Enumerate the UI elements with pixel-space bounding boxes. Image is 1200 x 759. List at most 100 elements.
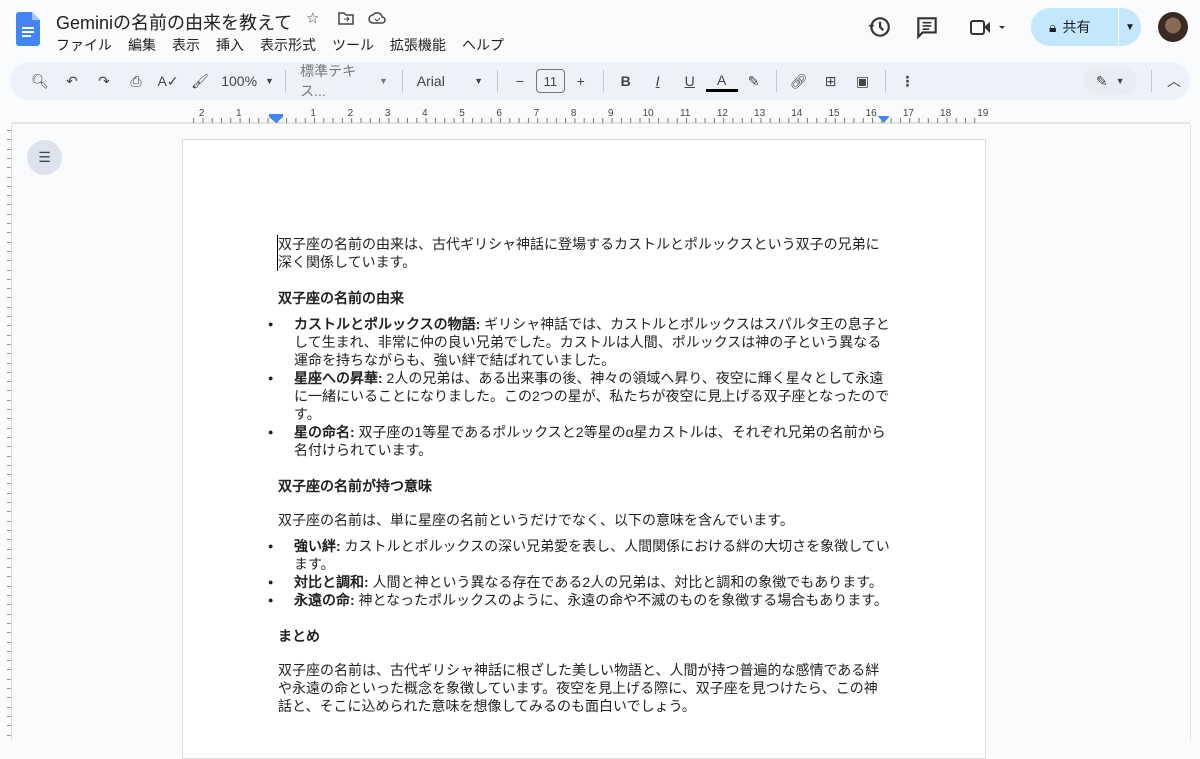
style-select[interactable]: 標準テキス... ▼: [292, 63, 396, 99]
ruler-tick: [7, 278, 11, 280]
italic-icon[interactable]: I: [642, 67, 674, 95]
intro-paragraph: 双子座の名前の由来は、古代ギリシャ神話に登場するカストルとポルックスという双子の…: [277, 235, 890, 271]
ruler-tick: [7, 232, 11, 234]
search-icon[interactable]: 🔍︎: [24, 67, 56, 95]
highlight-icon[interactable]: ✎: [738, 67, 770, 95]
ruler-tick: [7, 390, 11, 392]
ruler-label: 1: [236, 108, 242, 119]
editing-mode-button[interactable]: ✎ ▼: [1083, 67, 1138, 95]
ruler-tick: [7, 650, 11, 652]
list-icon: ☰: [38, 149, 51, 165]
bold-icon[interactable]: B: [610, 67, 642, 95]
more-icon[interactable]: ⋮: [891, 67, 923, 95]
ruler-label: 15: [828, 108, 840, 119]
ruler-label: 6: [496, 108, 502, 119]
ruler-tick: [7, 418, 11, 420]
list-item: 永遠の命: 神となったポルックスのように、永遠の命や不滅のものを象徴する場合もあ…: [268, 591, 890, 609]
scrollbar[interactable]: [1190, 124, 1200, 740]
ruler-tick: [7, 167, 11, 169]
docs-logo-icon[interactable]: [16, 12, 40, 46]
menu-help[interactable]: ヘルプ: [462, 35, 504, 55]
share-dropdown-icon[interactable]: ▼: [1119, 22, 1141, 33]
insert-image-icon[interactable]: ▣: [847, 67, 879, 95]
menu-file[interactable]: ファイル: [56, 35, 112, 55]
paint-format-icon[interactable]: 🖌︎: [184, 67, 216, 95]
ruler-tick: [7, 502, 11, 503]
ruler-tick: [7, 316, 11, 317]
list-item: 星の命名: 双子座の1等星であるポルックスと2等星のα星カストルは、それぞれ兄弟…: [268, 423, 890, 459]
increase-font-size-button[interactable]: +: [565, 67, 597, 95]
ruler-label: 19: [977, 108, 989, 119]
menu-extensions[interactable]: 拡張機能: [390, 35, 446, 55]
divider: [1151, 70, 1152, 92]
ruler-label: 4: [422, 108, 428, 119]
ruler-label: 18: [940, 108, 952, 119]
cloud-saved-icon[interactable]: [368, 11, 386, 25]
ruler-tick: [7, 660, 11, 662]
menu-edit[interactable]: 編集: [128, 35, 156, 55]
menu-view[interactable]: 表示: [172, 35, 200, 55]
meaning-list: 強い絆: カストルとポルックスの深い兄弟愛を表し、人間関係における絆の大切さを象…: [268, 537, 890, 609]
vertical-ruler[interactable]: [0, 124, 12, 740]
document-outline-button[interactable]: ☰: [27, 140, 62, 175]
horizontal-ruler[interactable]: 2 1 1 2 3 4 5 6 7 8 9 10 11 12 13 14 15 16 17 18 19: [0, 104, 1200, 124]
share-button[interactable]: 🔒︎ 共有 ▼: [1031, 8, 1141, 46]
item-term: 永遠の命:: [294, 592, 355, 608]
ruler-tick: [7, 529, 11, 531]
underline-icon[interactable]: U: [674, 67, 706, 95]
ruler-tick: [7, 427, 11, 429]
ruler-label: 5: [459, 108, 465, 119]
right-indent-marker[interactable]: [877, 116, 890, 123]
avatar[interactable]: [1158, 12, 1188, 42]
print-icon[interactable]: ⎙: [120, 67, 152, 95]
decrease-font-size-button[interactable]: −: [504, 67, 536, 95]
font-size-input[interactable]: 11: [535, 69, 565, 93]
divider: [775, 70, 777, 92]
summary-paragraph: 双子座の名前は、古代ギリシャ神話に根ざした美しい物語と、人間が持つ普遍的な感情で…: [278, 662, 880, 714]
text-color-icon[interactable]: A: [705, 70, 738, 92]
ruler-label: 14: [791, 108, 803, 119]
add-comment-icon[interactable]: ⊞: [815, 67, 847, 95]
menu-format[interactable]: 表示形式: [260, 35, 316, 55]
left-indent-marker[interactable]: [269, 114, 283, 123]
version-history-icon[interactable]: [866, 14, 892, 40]
ruler-tick: [7, 576, 11, 578]
ruler-tick: [7, 399, 11, 401]
ruler-tick: [7, 557, 11, 559]
document-body[interactable]: 双子座の名前の由来は、古代ギリシャ神話に登場するカストルとポルックスという双子の…: [268, 235, 890, 715]
comments-icon[interactable]: [914, 14, 940, 40]
ruler-tick: [7, 241, 11, 243]
document-page[interactable]: 双子座の名前の由来は、古代ギリシャ神話に登場するカストルとポルックスという双子の…: [182, 139, 986, 759]
ruler-tick: [7, 446, 11, 448]
ruler-tick: [7, 604, 11, 606]
redo-icon[interactable]: ↷: [88, 67, 120, 95]
meet-icon[interactable]: [968, 14, 1008, 40]
menu-insert[interactable]: 挿入: [216, 35, 244, 55]
spellcheck-icon[interactable]: A✓: [152, 67, 184, 95]
collapse-menus-icon[interactable]: ︿: [1158, 67, 1190, 95]
ruler-label: 3: [385, 108, 391, 119]
font-value: Arial: [416, 73, 445, 89]
document-title[interactable]: Geminiの名前の由来を教えて: [56, 9, 292, 35]
chevron-down-icon: ▼: [378, 76, 388, 86]
ruler-tick: [7, 436, 11, 438]
ruler-tick: [7, 130, 11, 131]
ruler-tick: [7, 715, 11, 717]
ruler-label: 10: [642, 108, 654, 119]
star-icon[interactable]: ☆: [306, 9, 319, 27]
link-icon[interactable]: 🔗︎: [783, 67, 815, 95]
ruler-tick: [7, 148, 11, 150]
ruler-tick: [7, 334, 11, 336]
ruler-tick: [7, 362, 11, 364]
move-folder-icon[interactable]: [338, 11, 354, 25]
ruler-label: 1: [310, 108, 316, 119]
ruler-tick: [7, 595, 11, 596]
ruler-tick: [7, 195, 11, 197]
ruler-label: 17: [903, 108, 915, 119]
undo-icon[interactable]: ↶: [56, 67, 88, 95]
ruler-label: 12: [717, 108, 729, 119]
zoom-select[interactable]: 100% ▼: [216, 67, 279, 95]
menu-tools[interactable]: ツール: [332, 35, 374, 55]
item-term: 星の命名:: [294, 424, 355, 440]
font-select[interactable]: Arial ▼: [409, 67, 491, 95]
